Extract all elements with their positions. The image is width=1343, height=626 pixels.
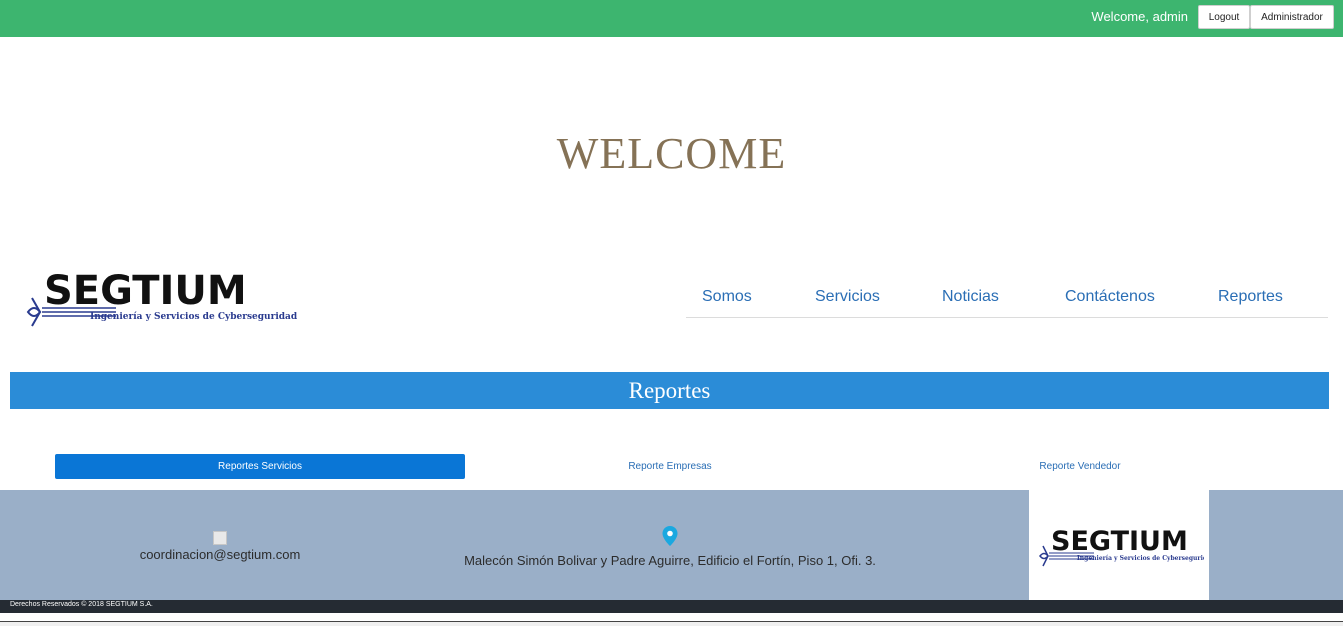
bottom-border [0, 621, 1343, 626]
nav-reportes[interactable]: Reportes [1218, 288, 1283, 306]
nav-contactenos[interactable]: Contáctenos [1065, 288, 1155, 306]
nav-somos[interactable]: Somos [702, 288, 752, 306]
section-title-bar: Reportes [10, 372, 1329, 409]
footer-email[interactable]: coordinacion@segtium.com [120, 547, 320, 562]
footer-segtium-logo: SEGTIUM Ingeniería y Servicios de Cybers… [1039, 526, 1204, 567]
footer-address: Malecón Simón Bolivar y Padre Aguirre, E… [464, 553, 876, 568]
logo-brand: SEGTIUM [44, 268, 247, 314]
main-nav: Somos Servicios Noticias Contáctenos Rep… [686, 284, 1328, 318]
logout-button[interactable]: Logout [1198, 5, 1250, 29]
administrador-button[interactable]: Administrador [1250, 5, 1334, 29]
footer-logo-brand: SEGTIUM [1051, 526, 1188, 557]
tab-reporte-vendedor[interactable]: Reporte Vendedor [875, 454, 1285, 479]
broken-image-icon [213, 531, 227, 545]
copyright-text: Derechos Reservados © 2018 SEGTIUM S.A. [10, 601, 153, 608]
nav-noticias[interactable]: Noticias [942, 288, 999, 306]
nav-servicios[interactable]: Servicios [815, 288, 880, 306]
hero-title: WELCOME [556, 129, 787, 178]
welcome-user-text: Welcome, admin [1091, 9, 1188, 24]
footer-logo-tagline: Ingeniería y Servicios de Cyberseguridad [1077, 555, 1204, 562]
tab-reportes-servicios[interactable]: Reportes Servicios [55, 454, 465, 479]
copyright-bar [0, 600, 1343, 613]
tab-reporte-empresas[interactable]: Reporte Empresas [465, 454, 875, 479]
segtium-logo[interactable]: SEGTIUM Ingeniería y Servicios de Cybers… [26, 268, 301, 330]
location-pin-icon [662, 526, 678, 546]
logo-tagline: Ingeniería y Servicios de Cyberseguridad [90, 311, 298, 322]
